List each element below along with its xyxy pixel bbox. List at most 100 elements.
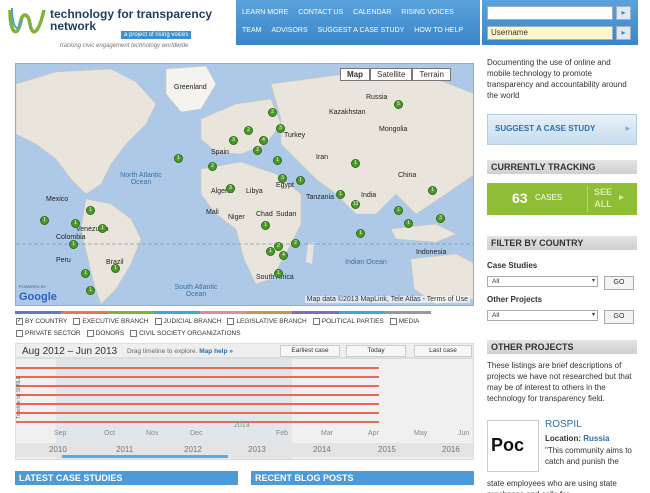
map-marker[interactable]: 1 (273, 156, 282, 165)
map-marker[interactable]: 1 (336, 190, 345, 199)
map-marker[interactable]: 13 (351, 200, 360, 209)
map-marker[interactable]: 2 (268, 108, 277, 117)
timeline-event-bar[interactable] (16, 376, 379, 378)
other-projects-go-button[interactable]: GO (604, 310, 634, 324)
nav-rising-voices[interactable]: RISING VOICES (401, 9, 454, 16)
filter-judicial-branch[interactable]: JUDICIAL BRANCH (154, 316, 221, 327)
map-marker[interactable]: 4 (279, 251, 288, 260)
filter-executive-branch[interactable]: EXECUTIVE BRANCH (73, 316, 149, 327)
google-logo[interactable]: Google (19, 291, 57, 303)
earliest-case-button[interactable]: Earliest case (280, 345, 340, 357)
map-marker[interactable]: 1 (356, 229, 365, 238)
filter-political-parties[interactable]: POLITICAL PARTIES (312, 316, 384, 327)
map-marker[interactable]: 1 (71, 219, 80, 228)
filter-donors[interactable]: DONORS (86, 328, 124, 339)
username-field[interactable]: Username (487, 26, 613, 40)
map-marker[interactable]: 1 (81, 269, 90, 278)
timeline-scroll-indicator[interactable] (62, 455, 228, 458)
checkbox-icon[interactable] (227, 318, 235, 325)
checkbox-icon[interactable] (130, 330, 138, 337)
map-marker[interactable]: 3 (229, 136, 238, 145)
other-projects-select[interactable]: All ▾ (487, 310, 598, 321)
checkbox-icon[interactable] (73, 318, 81, 325)
map-marker[interactable]: 1 (428, 186, 437, 195)
map-label: India (361, 192, 377, 199)
nav-learn-more[interactable]: LEARN MORE (242, 9, 288, 16)
nav-team[interactable]: TEAM (242, 27, 261, 34)
map-marker[interactable]: 1 (40, 216, 49, 225)
timeline-event-bar[interactable] (16, 367, 379, 369)
map-marker[interactable]: 1 (296, 176, 305, 185)
case-studies-go-button[interactable]: GO (604, 276, 634, 290)
case-studies-select[interactable]: All ▾ (487, 276, 598, 287)
checkbox-icon[interactable] (86, 330, 94, 337)
map-marker[interactable]: 2 (253, 146, 262, 155)
search-input[interactable] (487, 6, 613, 20)
login-go-button[interactable]: ▸ (616, 26, 631, 40)
map-marker[interactable]: 2 (244, 126, 253, 135)
today-button[interactable]: Today (346, 345, 406, 357)
brand-title[interactable]: technology for transparency network (50, 8, 230, 32)
nav-how-to-help[interactable]: HOW TO HELP (414, 27, 463, 34)
map-credit[interactable]: Map data ©2013 MapLink, Tele Atlas - Ter… (304, 296, 470, 303)
map-marker[interactable]: 3 (278, 174, 287, 183)
map-marker[interactable]: 2 (208, 162, 217, 171)
nav-calendar[interactable]: CALENDAR (353, 9, 391, 16)
timeline-event-bar[interactable] (16, 403, 379, 405)
timeline-band[interactable]: Sep Oct Nov Dec 2013 Feb Mar Apr May Jun… (15, 358, 474, 460)
site-logo[interactable] (8, 6, 46, 42)
map-marker[interactable]: 1 (174, 154, 183, 163)
checkbox-icon[interactable] (312, 318, 320, 325)
world-map[interactable]: North Atlantic Ocean South Atlantic Ocea… (15, 63, 474, 306)
map-marker[interactable]: 1 (261, 221, 270, 230)
map-marker[interactable]: 3 (436, 214, 445, 223)
map-marker[interactable]: 2 (274, 242, 283, 251)
project-title-link[interactable]: ROSPIL (545, 419, 582, 430)
map-marker[interactable]: 2 (291, 239, 300, 248)
timeline-event-bar[interactable] (16, 421, 379, 423)
map-marker[interactable]: 1 (86, 206, 95, 215)
filter-civil-society[interactable]: CIVIL SOCIETY ORGANIZATIONS (130, 328, 241, 339)
filter-private-sector[interactable]: PRIVATE SECTOR (16, 328, 81, 339)
timeline-year: 2016 (442, 445, 460, 454)
see-all-link[interactable]: SEE ALL (594, 186, 612, 210)
map-help-link[interactable]: Map help » (199, 348, 233, 355)
map-marker[interactable]: 3 (226, 184, 235, 193)
map-marker[interactable]: 5 (394, 100, 403, 109)
timeline-event-bar[interactable] (16, 412, 379, 414)
search-go-button[interactable]: ▸ (616, 6, 631, 20)
filter-by-country[interactable]: ✓ BY COUNTRY (16, 316, 67, 327)
nav-advisors[interactable]: ADVISORS (271, 27, 307, 34)
project-country-link[interactable]: Russia (583, 434, 609, 443)
map-marker[interactable]: 3 (276, 124, 285, 133)
nav-suggest-case-study[interactable]: SUGGEST A CASE STUDY (318, 27, 405, 34)
map-type-map-button[interactable]: Map (340, 68, 370, 81)
filter-media[interactable]: MEDIA (389, 316, 419, 327)
checkbox-icon[interactable] (389, 318, 397, 325)
map-marker[interactable]: 1 (111, 264, 120, 273)
project-logo[interactable]: Poc (487, 420, 539, 472)
timeline-month: Nov (146, 430, 159, 437)
filter-legislative-branch[interactable]: LEGISLATIVE BRANCH (227, 316, 307, 327)
timeline-event-bar[interactable] (16, 385, 379, 387)
map-marker[interactable]: 1 (69, 240, 78, 249)
last-case-button[interactable]: Last case (414, 345, 472, 357)
map-marker[interactable]: 4 (259, 136, 268, 145)
map-marker[interactable]: 1 (86, 286, 95, 295)
map-type-satellite-button[interactable]: Satellite (370, 68, 413, 81)
map-marker[interactable]: 1 (266, 247, 275, 256)
map-marker[interactable]: 1 (404, 219, 413, 228)
map-marker[interactable]: 1 (351, 159, 360, 168)
checkbox-icon[interactable] (154, 318, 162, 325)
checkbox-icon[interactable] (16, 330, 23, 337)
map-marker[interactable]: 1 (394, 206, 403, 215)
timeline-event-bar[interactable] (16, 394, 379, 396)
arrow-right-icon: ▸ (625, 123, 630, 133)
nav-contact-us[interactable]: CONTACT US (298, 9, 343, 16)
main-nav: LEARN MORE CONTACT US CALENDAR RISING VO… (236, 0, 480, 45)
map-marker[interactable]: 1 (274, 269, 283, 278)
suggest-case-study-button[interactable]: SUGGEST A CASE STUDY ▸ (487, 114, 637, 145)
checkbox-checked-icon[interactable]: ✓ (16, 318, 23, 325)
map-type-terrain-button[interactable]: Terrain (412, 68, 451, 81)
map-marker[interactable]: 1 (98, 224, 107, 233)
